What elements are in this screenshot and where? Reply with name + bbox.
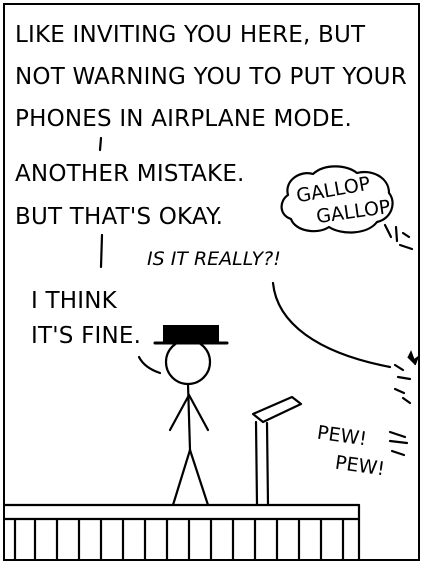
speaker-line-2: BUT THAT'S OKAY. — [15, 204, 224, 230]
podium-top — [251, 395, 303, 424]
narration-line-3: PHONES IN AIRPLANE MODE. — [15, 106, 353, 132]
podium-post-right — [265, 421, 270, 507]
narration-line-2: NOT WARNING YOU TO PUT YOUR — [15, 64, 407, 90]
speaker-line-1: ANOTHER MISTAKE. — [15, 161, 245, 187]
reply-line-1: I THINK — [31, 288, 117, 314]
reply-line-2: IT'S FINE. — [31, 323, 142, 349]
comic-panel: LIKE INVITING YOU HERE, BUT NOT WARNING … — [3, 3, 420, 561]
offstage-shout-text: IS IT REALLY?! — [147, 248, 281, 270]
figure-right-leg — [188, 448, 210, 507]
speech-tail-offstage — [271, 281, 392, 369]
speech-tail-speaker — [99, 233, 104, 269]
noise-marks-pew — [388, 430, 409, 457]
offstage-burst — [407, 350, 418, 366]
noise-marks-right — [393, 363, 412, 405]
figure-right-arm — [187, 393, 210, 432]
figure-left-leg — [171, 448, 192, 507]
figure-hat — [153, 325, 229, 345]
podium-post-left — [254, 420, 259, 507]
figure-left-arm — [168, 393, 191, 432]
narration-line-1: LIKE INVITING YOU HERE, BUT — [15, 22, 366, 48]
figure-head — [164, 338, 212, 386]
speech-tail-reply — [137, 355, 162, 375]
noise-marks-gallop — [383, 223, 414, 251]
stage-slats — [13, 517, 345, 559]
speech-tail-narration — [98, 136, 103, 152]
